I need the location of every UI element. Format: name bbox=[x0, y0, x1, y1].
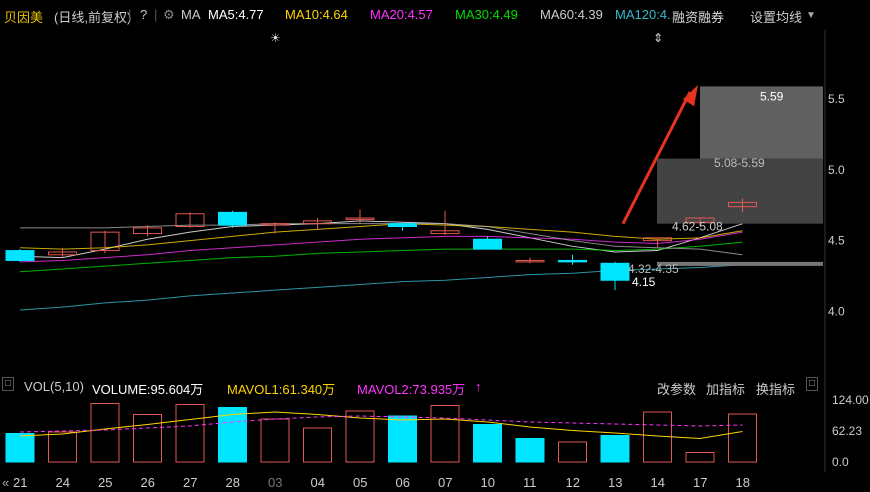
date-tick-label: 25 bbox=[98, 475, 113, 490]
ma120-value: MA120:4. bbox=[615, 7, 671, 22]
y-tick-label: 5.5 bbox=[828, 92, 845, 106]
divider: | bbox=[128, 7, 132, 22]
candle-body bbox=[558, 259, 587, 263]
zone-box-low bbox=[657, 261, 823, 266]
y-tick-label: 4.0 bbox=[828, 304, 845, 318]
zone-mid-label: 4.62-5.08 bbox=[672, 220, 723, 234]
volume-bar bbox=[388, 415, 417, 463]
date-tick-label: 13 bbox=[608, 475, 623, 490]
candle-body bbox=[473, 238, 502, 250]
candle-body bbox=[600, 262, 630, 281]
date-tick-label: 27 bbox=[183, 475, 198, 490]
volume-bar bbox=[175, 404, 205, 463]
ma10-value: MA10:4.64 bbox=[285, 7, 348, 22]
price-chart[interactable]: 5.55.04.54.03.55.595.08-5.594.62-5.084.3… bbox=[0, 30, 870, 372]
gear-icon[interactable]: ⚙ bbox=[163, 7, 175, 23]
vol-y-tick-label: 0.0 bbox=[832, 455, 849, 469]
margin-trading-button[interactable]: 融资融券 bbox=[672, 7, 725, 26]
volume-bar bbox=[430, 405, 460, 463]
date-tick-label: 28 bbox=[225, 475, 240, 490]
y-tick-label: 5.0 bbox=[828, 163, 845, 177]
date-tick-label: 11 bbox=[523, 475, 537, 490]
date-tick-label: 07 bbox=[438, 475, 453, 490]
volume-bar bbox=[133, 414, 162, 463]
low-price-label: 4.15 bbox=[632, 275, 656, 289]
vol-y-tick-label: 62.23 bbox=[832, 424, 862, 438]
vol-y-tick-label: 124.00 bbox=[832, 393, 869, 407]
date-tick-label: 04 bbox=[310, 475, 325, 490]
date-tick-label: 14 bbox=[650, 475, 665, 490]
sun-marker-icon: ☀ bbox=[270, 31, 281, 45]
volume-bar bbox=[728, 413, 757, 463]
date-tick-label: 24 bbox=[55, 475, 70, 490]
zone-top-label: 5.08-5.59 bbox=[714, 156, 765, 170]
date-tick-label: 21 bbox=[13, 475, 28, 490]
volume-bar bbox=[5, 433, 35, 463]
period-label[interactable]: (日线,前复权) bbox=[54, 7, 131, 26]
y-tick-label: 4.5 bbox=[828, 234, 845, 248]
help-button[interactable]: ? bbox=[140, 7, 147, 22]
chevron-down-icon[interactable]: ▼ bbox=[806, 10, 816, 21]
candle-body bbox=[388, 223, 417, 227]
candle-body bbox=[218, 211, 247, 226]
date-tick-label: 18 bbox=[735, 475, 750, 490]
header-bar: 贝因美 (日线,前复权) | ? | ⚙ MA MA5:4.77 MA10:4.… bbox=[0, 0, 870, 30]
ma30-value: MA30:4.49 bbox=[455, 7, 518, 22]
ma5-value: MA5:4.77 bbox=[208, 7, 264, 22]
volume-bar bbox=[515, 438, 545, 463]
date-tick-label: 26 bbox=[140, 475, 155, 490]
ma60-value: MA60:4.39 bbox=[540, 7, 603, 22]
mavol2-line bbox=[19, 415, 743, 433]
date-tick-label: 05 bbox=[353, 475, 368, 490]
ma5-line bbox=[19, 220, 743, 259]
date-tick-label: 17 bbox=[693, 475, 708, 490]
updown-marker-icon: ⇕ bbox=[653, 31, 663, 45]
volume-bar bbox=[558, 441, 587, 463]
mavol1-line bbox=[19, 411, 743, 440]
date-tick-label: 06 bbox=[395, 475, 410, 490]
ma-label: MA bbox=[181, 7, 201, 22]
ma20-value: MA20:4.57 bbox=[370, 7, 433, 22]
volume-bar bbox=[90, 403, 120, 463]
volume-bar bbox=[600, 435, 630, 463]
volume-bar bbox=[48, 431, 77, 463]
volume-bar bbox=[685, 452, 715, 463]
volume-bar bbox=[473, 424, 502, 463]
volume-bar bbox=[260, 418, 290, 463]
volume-chart[interactable]: 124.00 62.23 0.0 bbox=[0, 372, 870, 472]
scroll-left-icon[interactable]: « bbox=[2, 475, 9, 490]
volume-bar bbox=[303, 427, 332, 463]
divider: | bbox=[154, 7, 158, 22]
date-axis: « 21 24 25 26 27 28 03 04 05 06 07 10 11 12 13 14 17 18 bbox=[0, 472, 870, 492]
stock-name[interactable]: 贝因美 bbox=[4, 7, 43, 26]
candle-body bbox=[5, 250, 35, 261]
ma-settings-button[interactable]: 设置均线 bbox=[750, 7, 802, 26]
date-tick-label: 12 bbox=[565, 475, 580, 490]
high-price-label: 5.59 bbox=[760, 89, 784, 103]
date-tick-label: 10 bbox=[480, 475, 495, 490]
date-tick-label: 03 bbox=[268, 475, 283, 490]
